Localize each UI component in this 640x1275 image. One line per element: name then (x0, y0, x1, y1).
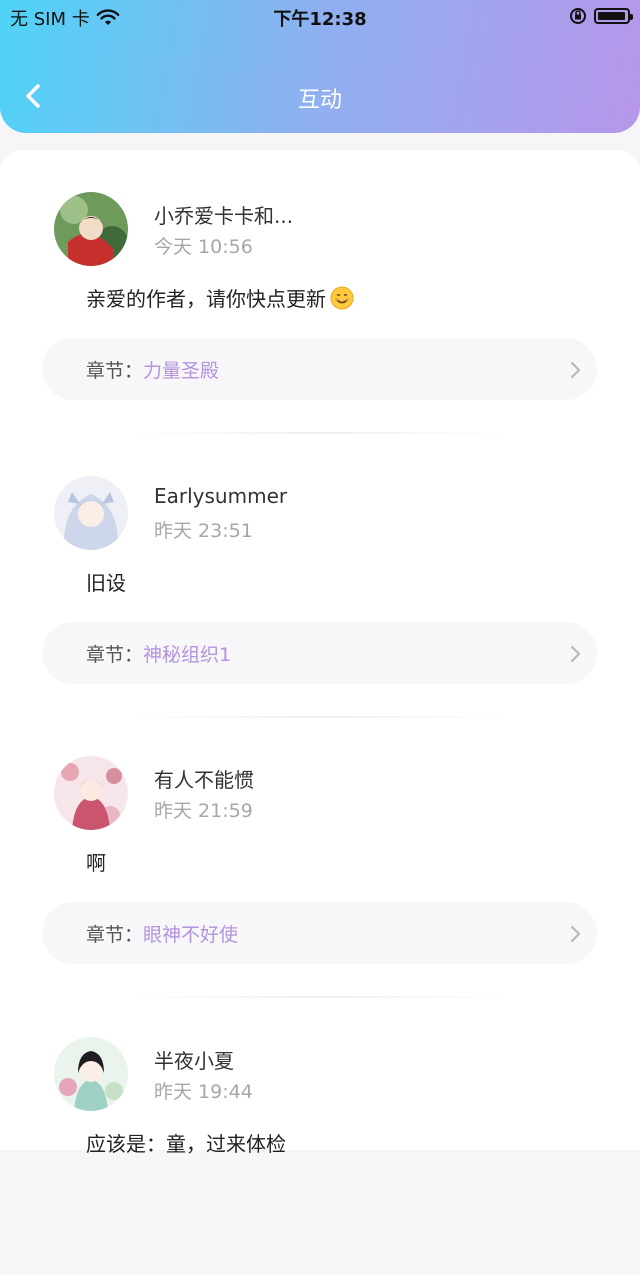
comment-text: 应该是：童，过来体检 (86, 1132, 286, 1156)
chapter-label: 章节： (86, 643, 144, 666)
comment-content: 应该是：童，过来体检 (86, 1128, 286, 1157)
chapter-link[interactable]: 章节： 力量圣殿 (42, 338, 597, 400)
comment-text: 啊 (86, 851, 106, 875)
avatar[interactable] (54, 476, 128, 550)
comment-time: 昨天 19:44 (154, 1081, 253, 1103)
comment-time: 昨天 23:51 (154, 520, 253, 542)
battery-icon (594, 8, 633, 24)
page-title: 互动 (297, 88, 342, 113)
comment-text: 亲爱的作者，请你快点更新 (86, 287, 326, 311)
chapter-name: 神秘组织1 (143, 643, 232, 666)
commenter-name: 小乔爱卡卡和... (154, 204, 294, 228)
smiling-face-icon (330, 286, 354, 309)
comment-card: 有人不能惯 昨天 21:59 啊 章节： 眼神不好使 (0, 714, 640, 998)
commenter-name: 有人不能惯 (154, 768, 254, 792)
chevron-right-icon (571, 646, 580, 662)
comment-card: Earlysummer 昨天 23:51 旧设 章节： 神秘组织1 (0, 434, 640, 718)
chapter-link[interactable]: 章节： 眼神不好使 (42, 902, 597, 964)
comment-content: 旧设 (86, 567, 126, 596)
chevron-right-icon (571, 362, 580, 378)
comment-text: 旧设 (86, 571, 126, 595)
avatar[interactable] (54, 192, 128, 266)
comment-card: 半夜小夏 昨天 19:44 应该是：童，过来体检 (0, 995, 640, 1275)
avatar[interactable] (54, 1037, 128, 1111)
comment-list: 小乔爱卡卡和... 今天 10:56 亲爱的作者，请你快点更新 章节： 力量圣殿 (0, 150, 640, 1156)
status-time: 下午12:38 (273, 9, 367, 30)
comment-content: 亲爱的作者，请你快点更新 (86, 283, 354, 312)
chapter-label: 章节： (86, 923, 144, 946)
comment-content: 啊 (86, 847, 106, 876)
status-bar: 无 SIM 卡 下午12:38 (0, 0, 640, 34)
comment-time: 昨天 21:59 (154, 800, 253, 822)
chapter-name: 眼神不好使 (143, 923, 239, 946)
comment-card: 小乔爱卡卡和... 今天 10:56 亲爱的作者，请你快点更新 章节： 力量圣殿 (0, 150, 640, 434)
orientation-lock-icon (570, 8, 586, 24)
chapter-link[interactable]: 章节： 神秘组织1 (42, 622, 597, 684)
chapter-name: 力量圣殿 (143, 359, 220, 382)
chapter-label: 章节： (86, 359, 144, 382)
chevron-right-icon (571, 926, 580, 942)
commenter-name: 半夜小夏 (154, 1049, 234, 1073)
avatar[interactable] (54, 756, 128, 830)
comment-time: 今天 10:56 (154, 236, 253, 258)
commenter-name: Earlysummer (154, 484, 288, 508)
header: 无 SIM 卡 下午12:38 互动 (0, 0, 640, 133)
